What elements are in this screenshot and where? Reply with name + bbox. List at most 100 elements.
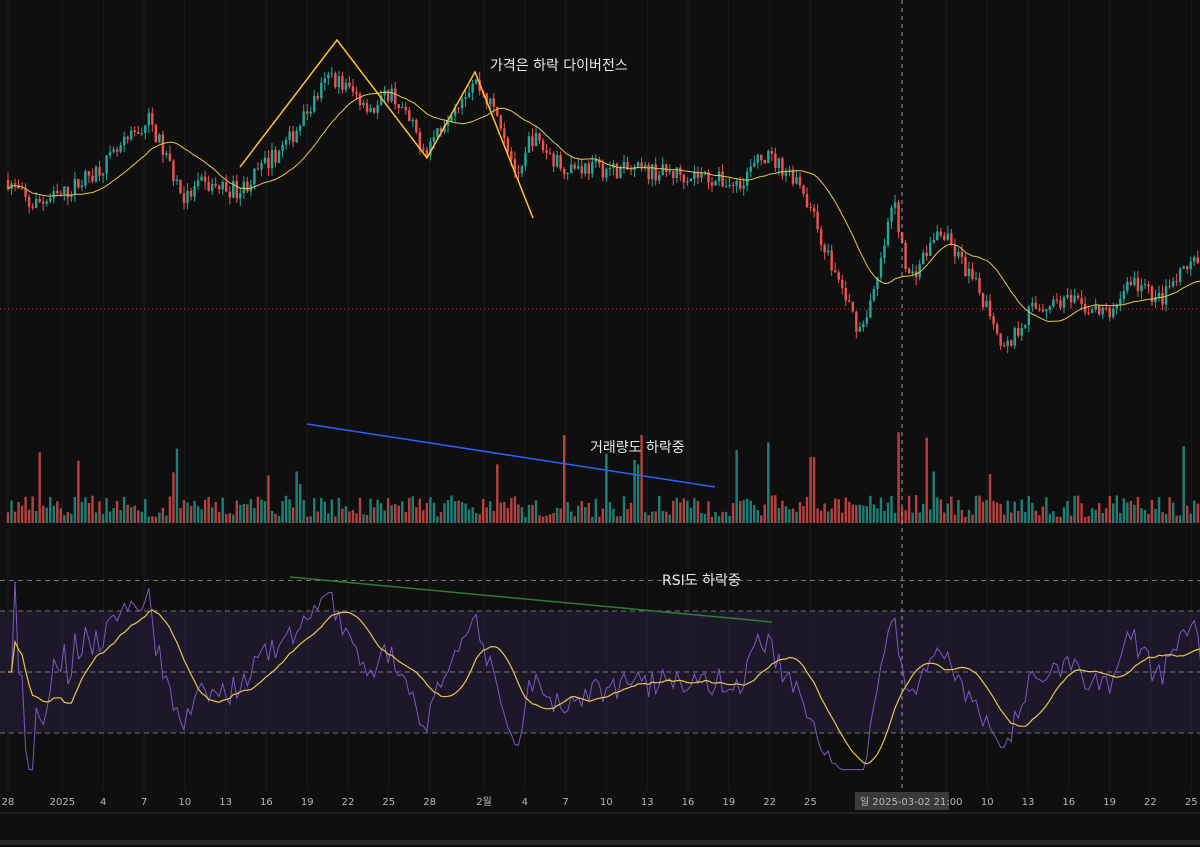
candle-body: [154, 124, 158, 143]
volume-bar: [767, 442, 770, 523]
candle-body: [73, 178, 77, 195]
candle-body: [471, 83, 474, 93]
volume-bar: [66, 512, 70, 523]
candle-body: [573, 164, 576, 169]
candle-body: [147, 113, 150, 126]
volume-bar: [239, 504, 242, 523]
x-tick-label: 13: [219, 797, 232, 808]
candle-body: [267, 157, 270, 169]
volume-bar: [372, 507, 376, 523]
candle-body: [865, 317, 869, 324]
candle-body: [858, 327, 862, 332]
candle-body: [844, 287, 847, 301]
bottom-scrollbar[interactable]: [0, 840, 1200, 845]
volume-bar: [411, 496, 414, 523]
candle-body: [527, 136, 531, 153]
volume-bar: [147, 516, 150, 523]
volume-bar: [988, 474, 992, 523]
volume-bar: [1069, 515, 1073, 523]
volume-bar: [612, 508, 615, 523]
volume-bar: [510, 498, 513, 523]
volume-bar: [77, 460, 80, 523]
candle-body: [203, 176, 207, 182]
candle-body: [925, 252, 928, 256]
volume-bar: [397, 505, 400, 523]
candle-body: [981, 292, 985, 308]
candle-body: [953, 244, 957, 257]
volume-bar: [946, 503, 950, 523]
candle-body: [1073, 295, 1076, 303]
volume-bar: [137, 510, 140, 523]
volume-bar: [746, 498, 749, 523]
candle-body: [425, 149, 429, 156]
candle-body: [1020, 327, 1023, 336]
volume-bar: [31, 496, 34, 523]
candle-body: [372, 108, 376, 113]
candle-body: [94, 167, 98, 182]
candle-body: [277, 151, 281, 163]
volume-bar: [679, 502, 682, 523]
volume-bar: [675, 497, 678, 523]
trading-chart[interactable]: 가격은 하락 다이버전스 거래량도 하락중 RSI도 하락중 28 2025 4 7 1…: [0, 0, 1200, 847]
candle-body: [700, 172, 703, 178]
volume-bar: [552, 512, 555, 523]
volume-bar: [728, 516, 731, 523]
volume-bar: [784, 506, 788, 523]
volume-bar: [34, 510, 38, 523]
volume-bar: [1076, 495, 1080, 523]
candle-body: [316, 96, 319, 99]
volume-bar: [144, 498, 147, 523]
candle-body: [1119, 298, 1122, 305]
volume-bar: [1038, 515, 1041, 523]
candle-body: [883, 245, 886, 258]
volume-bar: [503, 502, 506, 523]
volume-bar: [682, 498, 686, 523]
volume-bar: [1193, 500, 1196, 523]
candle-body: [320, 82, 323, 99]
volume-bar: [798, 502, 802, 523]
volume-bar: [1189, 513, 1192, 523]
volume-bar: [1108, 495, 1111, 523]
candle-body: [661, 164, 664, 176]
volume-bar: [626, 509, 629, 523]
candle-body: [411, 119, 414, 122]
candle-body: [767, 151, 770, 163]
volume-bar: [369, 498, 372, 523]
volume-bar: [358, 497, 362, 523]
volume-bar: [760, 515, 763, 523]
volume-bar: [320, 497, 323, 523]
volume-bar: [98, 501, 101, 523]
candle-body: [239, 193, 242, 199]
price-ma-line: [7, 91, 1200, 323]
volume-bar: [562, 434, 566, 523]
volume-bar: [788, 509, 791, 523]
volume-bar: [87, 502, 91, 523]
candle-body: [1112, 308, 1115, 318]
candle-body: [189, 190, 193, 197]
volume-bar: [45, 507, 48, 523]
volume-bar: [548, 514, 552, 523]
candle-body: [668, 171, 671, 173]
candle-body: [467, 92, 471, 98]
volume-bar: [429, 497, 432, 523]
volume-bar: [70, 513, 73, 523]
candle-body: [746, 171, 749, 186]
candle-body: [890, 207, 893, 222]
candle-body: [1171, 281, 1175, 287]
volume-bar: [943, 512, 946, 523]
candle-body: [298, 125, 302, 131]
candle-body: [897, 202, 900, 233]
volume-bar: [841, 512, 844, 523]
volume-bar: [210, 507, 214, 523]
volume-bar: [957, 500, 960, 523]
candle-body: [182, 193, 186, 203]
candle-body: [1133, 277, 1136, 286]
volume-bar: [133, 505, 136, 523]
candle-body: [327, 74, 330, 79]
candle-body: [566, 173, 569, 175]
volume-bar: [851, 504, 854, 523]
volume-bar: [999, 503, 1002, 523]
candle-body: [608, 168, 612, 170]
candle-body: [52, 191, 55, 199]
candle-body: [422, 148, 425, 150]
